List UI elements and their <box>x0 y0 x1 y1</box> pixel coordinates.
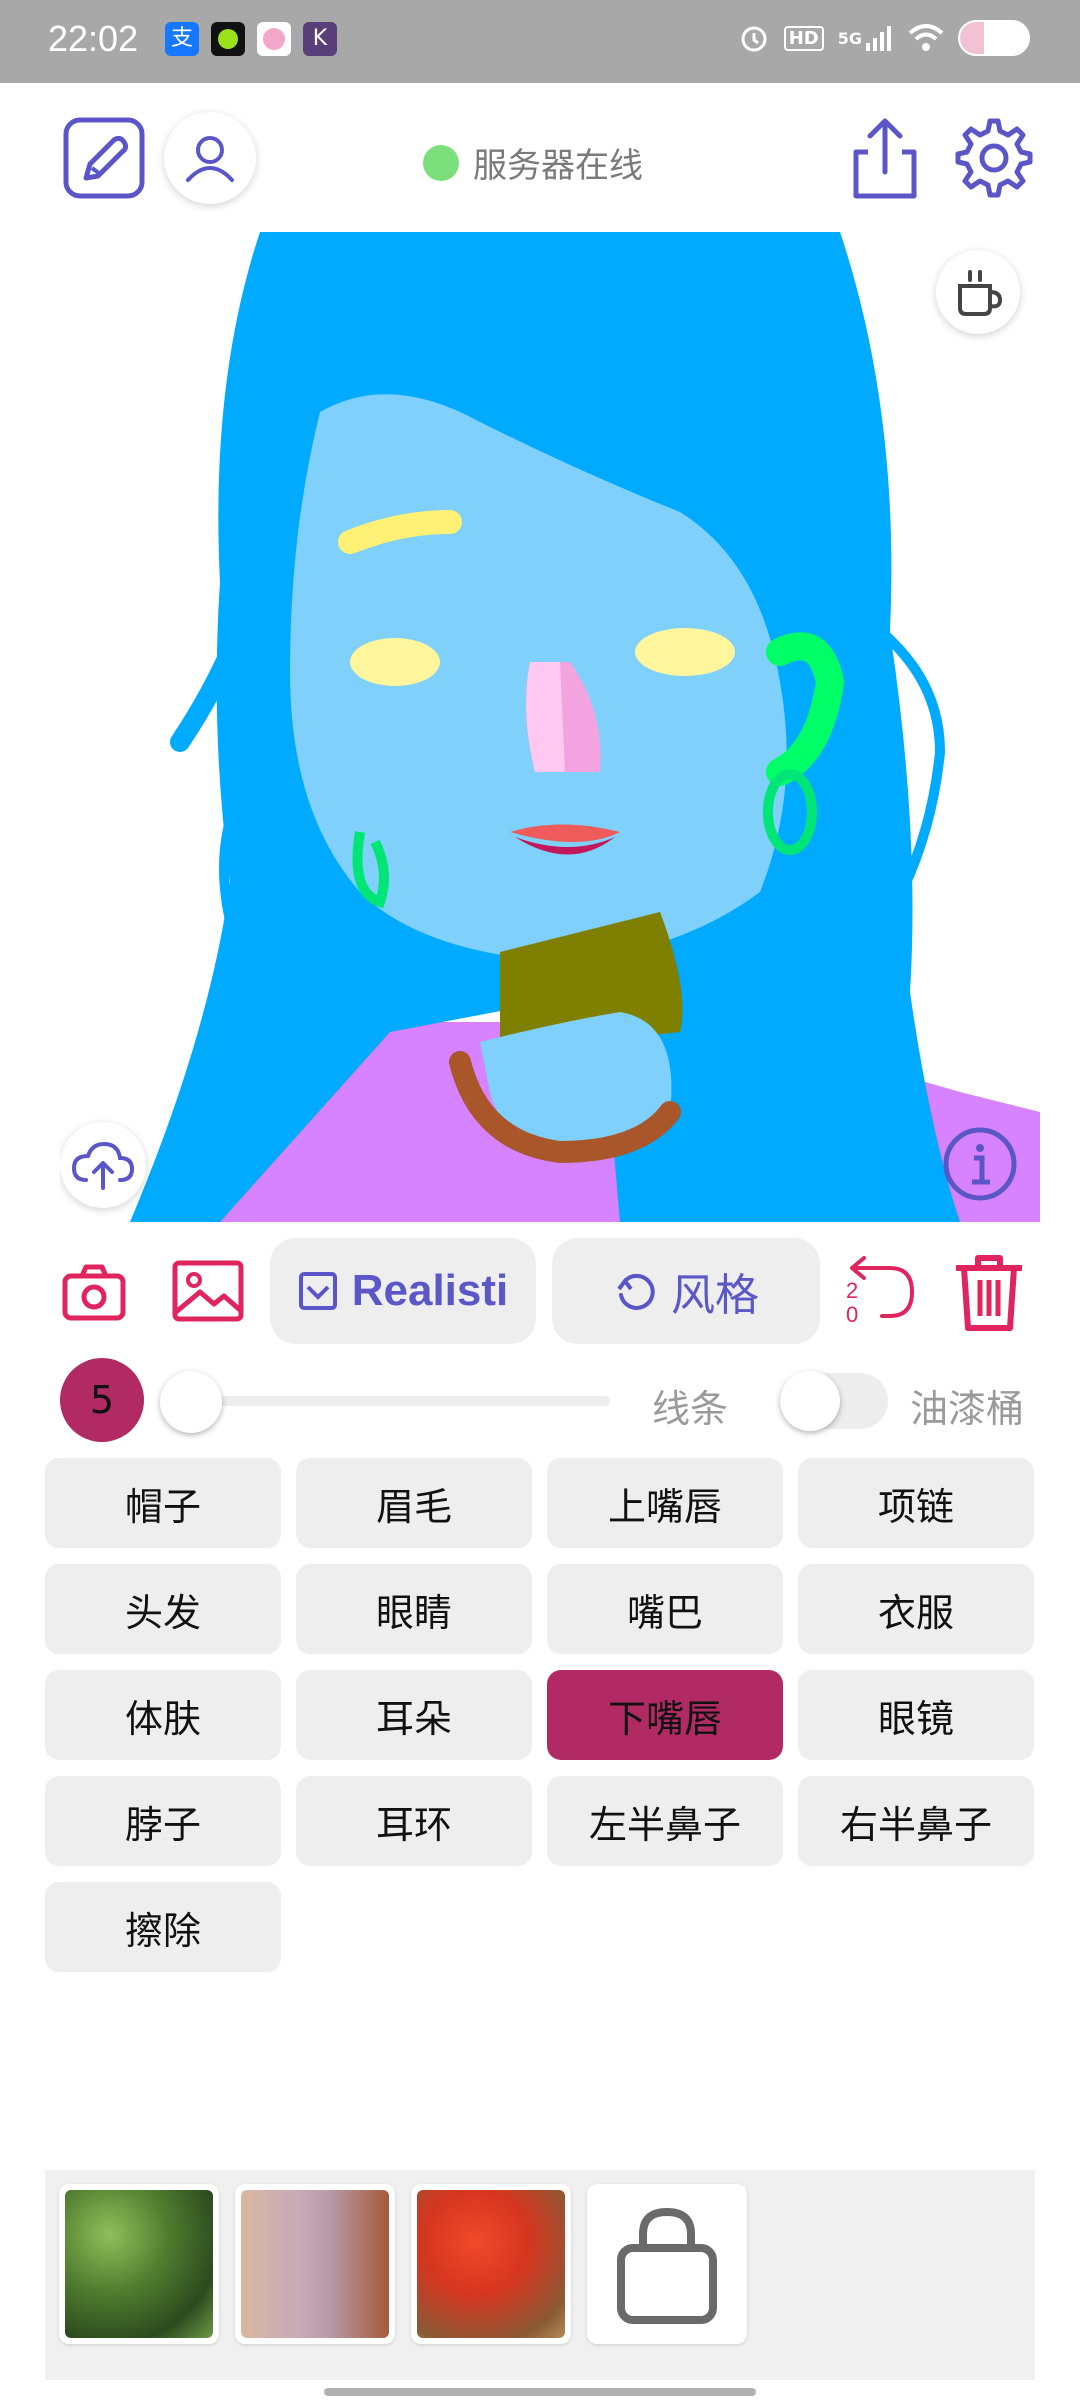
gallery-shop-button[interactable] <box>587 2184 747 2344</box>
part-button-mouth[interactable]: 嘴巴 <box>547 1564 783 1654</box>
part-button-neck[interactable]: 脖子 <box>45 1776 281 1866</box>
hd-label: HD <box>783 25 824 51</box>
share-button[interactable] <box>848 116 922 202</box>
brush-options-row: 5 线条 油漆桶 <box>0 1356 1080 1446</box>
drawing-canvas[interactable] <box>60 232 1040 1222</box>
line-mode-label: 线条 <box>652 1387 729 1431</box>
part-button-eyebrows[interactable]: 眉毛 <box>296 1458 532 1548</box>
part-button-earrings[interactable]: 耳环 <box>296 1776 532 1866</box>
brush-size-track[interactable] <box>186 1396 610 1406</box>
portrait-sketch <box>130 232 1040 1222</box>
online-status-text: 服务器在线 <box>473 146 643 186</box>
nose-left-half-shape <box>526 662 565 772</box>
part-button-lower-lip[interactable]: 下嘴唇 <box>547 1670 783 1760</box>
part-button-ears[interactable]: 耳朵 <box>296 1670 532 1760</box>
part-button-skin[interactable]: 体肤 <box>45 1670 281 1760</box>
part-button-left-nose[interactable]: 左半鼻子 <box>547 1776 783 1866</box>
server-status: 服务器在线 <box>423 138 643 187</box>
status-time: 22:02 <box>48 18 139 59</box>
delete-button[interactable] <box>952 1252 1026 1332</box>
brush-size-badge: 5 <box>60 1358 144 1442</box>
rotate-icon <box>617 1273 655 1310</box>
image-icon <box>172 1260 244 1322</box>
home-indicator[interactable] <box>324 2388 756 2396</box>
cloud-upload-icon <box>71 1141 135 1190</box>
part-button-upper-lip[interactable]: 上嘴唇 <box>547 1458 783 1548</box>
part-selector-grid: 帽子 眉毛 上嘴唇 项链 头发 眼睛 嘴巴 衣服 体肤 耳朵 下嘴唇 眼镜 脖子… <box>45 1458 1035 1972</box>
bucket-toggle[interactable] <box>780 1371 888 1431</box>
gallery-item-red-flowers[interactable] <box>411 2184 571 2344</box>
status-app-icons: 支 K <box>165 22 337 56</box>
part-button-clothes[interactable]: 衣服 <box>798 1564 1034 1654</box>
share-icon <box>853 118 917 199</box>
gallery-item-lace[interactable] <box>235 2184 395 2344</box>
app-k-icon: K <box>303 22 337 56</box>
part-button-hat[interactable]: 帽子 <box>45 1458 281 1548</box>
cloud-upload-button[interactable] <box>60 1122 146 1208</box>
battery-fill <box>960 22 984 54</box>
status-bar: 22:02 支 K HD 5G <box>0 0 1080 83</box>
wifi-icon <box>908 18 944 58</box>
bucket-mode-label: 油漆桶 <box>910 1387 1025 1431</box>
draw-edit-button[interactable] <box>62 116 146 200</box>
status-system-icons: HD 5G <box>738 18 1030 58</box>
checkbox-down-icon <box>298 1272 337 1310</box>
lace-fabric-thumbnail <box>241 2190 389 2338</box>
part-button-necklace[interactable]: 项链 <box>798 1458 1034 1548</box>
user-profile-button[interactable] <box>164 112 256 204</box>
right-eye-shape <box>635 628 735 676</box>
signal-5g-icon: 5G <box>838 18 894 58</box>
user-icon <box>186 136 234 182</box>
left-eye-shape <box>350 638 440 686</box>
online-status-dot <box>423 144 459 181</box>
gallery-button[interactable] <box>172 1260 244 1322</box>
hd-icon: HD <box>783 18 824 58</box>
red-flowers-thumbnail <box>417 2190 565 2338</box>
gear-icon <box>955 118 1033 198</box>
info-icon <box>943 1127 1017 1201</box>
edit-square-icon <box>63 117 145 199</box>
settings-button[interactable] <box>952 116 1036 200</box>
brush-size-thumb[interactable] <box>160 1371 222 1433</box>
5g-label: 5G <box>837 28 862 48</box>
part-button-eyes[interactable]: 眼睛 <box>296 1564 532 1654</box>
undo-count-bottom: 0 <box>846 1302 859 1327</box>
part-button-glasses[interactable]: 眼镜 <box>798 1670 1034 1760</box>
style-label: 风格 <box>671 1270 759 1321</box>
style-button[interactable]: 风格 <box>552 1238 820 1344</box>
coffee-cup-icon <box>958 270 1003 316</box>
style-gallery <box>45 2170 1035 2380</box>
gallery-item-foliage[interactable] <box>59 2184 219 2344</box>
app-pink-icon <box>257 22 291 56</box>
part-button-eraser[interactable]: 擦除 <box>45 1882 281 1972</box>
info-button[interactable] <box>940 1124 1020 1204</box>
alipay-icon: 支 <box>165 22 199 56</box>
alarm-icon <box>738 18 770 58</box>
camera-icon <box>62 1264 126 1321</box>
undo-count-top: 2 <box>846 1278 859 1303</box>
app-green-icon <box>211 22 245 56</box>
green-foliage-thumbnail <box>65 2190 213 2338</box>
camera-button[interactable] <box>62 1262 126 1322</box>
bucket-toggle-knob <box>780 1371 840 1431</box>
undo-button[interactable]: 2 0 <box>842 1256 918 1327</box>
part-button-right-nose[interactable]: 右半鼻子 <box>798 1776 1034 1866</box>
model-label: Realisti <box>351 1266 509 1315</box>
model-select-button[interactable]: Realisti <box>270 1238 536 1344</box>
trash-icon <box>956 1255 1022 1331</box>
shopping-bag-icon <box>617 2207 717 2324</box>
tool-row: Realisti 风格 2 0 <box>0 1238 1080 1344</box>
cup-button[interactable] <box>936 250 1020 334</box>
part-button-hair[interactable]: 头发 <box>45 1564 281 1654</box>
battery-indicator <box>958 20 1030 56</box>
